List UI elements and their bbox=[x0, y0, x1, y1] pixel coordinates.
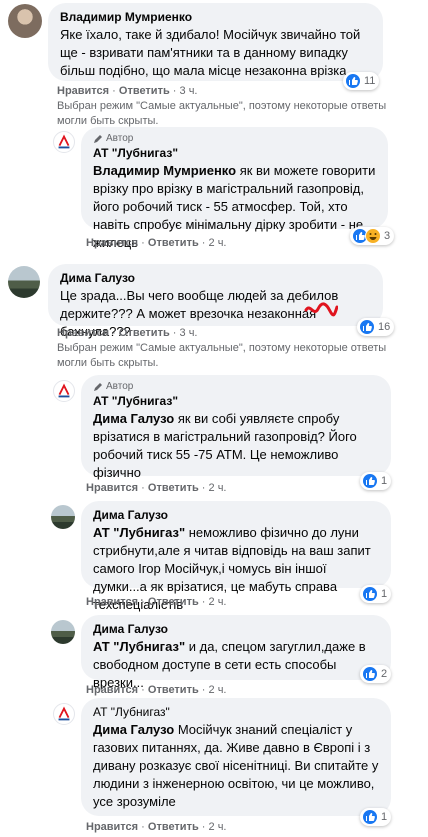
reply-button[interactable]: Ответить bbox=[148, 596, 199, 608]
pencil-icon bbox=[94, 134, 102, 143]
reply-button[interactable]: Ответить bbox=[148, 821, 199, 833]
avatar[interactable] bbox=[53, 380, 75, 402]
avatar[interactable] bbox=[8, 266, 40, 298]
avatar[interactable] bbox=[53, 703, 75, 725]
mention-link[interactable]: Дима Галузо bbox=[93, 411, 174, 426]
like-icon bbox=[359, 319, 375, 335]
mention-link[interactable]: АТ "Лубнигаз" bbox=[93, 639, 185, 654]
reaction-count: 1 bbox=[381, 475, 388, 487]
comment-text: Дима Галузо Мосійчук знаний спеціаліст у… bbox=[93, 722, 379, 809]
comment-actions: Нравится · Ответить · 3 ч. bbox=[57, 85, 198, 97]
haha-icon bbox=[365, 228, 381, 244]
reply-button[interactable]: Ответить bbox=[119, 85, 170, 97]
author-badge: Автор bbox=[93, 381, 379, 392]
comment-time[interactable]: 2 ч. bbox=[209, 596, 227, 608]
mention-link[interactable]: Владимир Мумриенко bbox=[93, 163, 236, 178]
like-button[interactable]: Нравится bbox=[57, 327, 109, 339]
comment-author[interactable]: АТ "Лубнигаз" bbox=[93, 704, 379, 721]
comment-time[interactable]: 2 ч. bbox=[209, 821, 227, 833]
like-button[interactable]: Нравится bbox=[86, 482, 138, 494]
mention-link[interactable]: АТ "Лубнигаз" bbox=[93, 525, 185, 540]
reaction-count: 16 bbox=[378, 321, 391, 333]
reply-button[interactable]: Ответить bbox=[148, 237, 199, 249]
reply-button[interactable]: Ответить bbox=[119, 327, 170, 339]
like-icon bbox=[362, 586, 378, 602]
reaction-count: 3 bbox=[384, 230, 391, 242]
comment-actions: Нравится · Ответить · 3 ч. bbox=[57, 327, 198, 339]
pencil-icon bbox=[94, 382, 102, 391]
comment-bubble: Автор АТ "Лубнигаз" Дима Галузо як ви со… bbox=[81, 375, 391, 480]
scribble-mark bbox=[304, 302, 338, 317]
comment-time[interactable]: 2 ч. bbox=[209, 237, 227, 249]
comment-author[interactable]: АТ "Лубнигаз" bbox=[93, 145, 376, 162]
like-button[interactable]: Нравится bbox=[57, 85, 109, 97]
reaction-count: 1 bbox=[381, 811, 388, 823]
like-icon bbox=[345, 73, 361, 89]
reaction-count: 2 bbox=[381, 668, 388, 680]
comment-bubble: Дима Галузо АТ "Лубнигаз" неможливо фізи… bbox=[81, 501, 391, 612]
avatar[interactable] bbox=[51, 620, 75, 644]
reaction-summary[interactable]: 1 bbox=[360, 808, 392, 826]
author-badge: Автор bbox=[93, 133, 376, 144]
comment-author[interactable]: Дима Галузо bbox=[60, 270, 371, 287]
comment-actions: Нравится · Ответить · 2 ч. bbox=[86, 821, 227, 833]
like-icon bbox=[362, 809, 378, 825]
comment-author[interactable]: Дима Галузо bbox=[93, 621, 379, 638]
comment-author[interactable]: Владимир Мумриенко bbox=[60, 9, 371, 26]
reaction-summary[interactable]: 1 bbox=[360, 472, 392, 490]
comment-time[interactable]: 3 ч. bbox=[180, 327, 198, 339]
like-icon bbox=[362, 666, 378, 682]
comment-time[interactable]: 2 ч. bbox=[209, 684, 227, 696]
comment-actions: Нравится · Ответить · 2 ч. bbox=[86, 482, 227, 494]
comment-text: Дима Галузо як ви собі уявляєте спробу в… bbox=[93, 411, 357, 480]
comment-bubble: Владимир Мумриенко Яке їхало, таке й зди… bbox=[48, 3, 383, 81]
reply-button[interactable]: Ответить bbox=[148, 684, 199, 696]
reaction-count: 1 bbox=[381, 588, 388, 600]
avatar[interactable] bbox=[53, 131, 75, 153]
reaction-summary[interactable]: 16 bbox=[357, 318, 395, 336]
like-button[interactable]: Нравится bbox=[86, 237, 138, 249]
reaction-summary[interactable]: 2 bbox=[360, 665, 392, 683]
comment-time[interactable]: 3 ч. bbox=[180, 85, 198, 97]
comment-bubble: АТ "Лубнигаз" Дима Галузо Мосійчук знани… bbox=[81, 698, 391, 816]
reaction-count: 11 bbox=[364, 75, 376, 87]
hidden-replies-notice: Выбран режим "Самые актуальные", поэтому… bbox=[57, 342, 387, 369]
reaction-summary[interactable]: 1 bbox=[360, 585, 392, 603]
like-icon bbox=[362, 473, 378, 489]
comment-actions: Нравится · Ответить · 2 ч. bbox=[86, 237, 227, 249]
avatar[interactable] bbox=[8, 4, 42, 38]
comment-author[interactable]: Дима Галузо bbox=[93, 507, 379, 524]
comment-time[interactable]: 2 ч. bbox=[209, 482, 227, 494]
comment-actions: Нравится · Ответить · 2 ч. bbox=[86, 684, 227, 696]
reply-button[interactable]: Ответить bbox=[148, 482, 199, 494]
like-button[interactable]: Нравится bbox=[86, 684, 138, 696]
mention-link[interactable]: Дима Галузо bbox=[93, 722, 174, 737]
comment-author[interactable]: АТ "Лубнигаз" bbox=[93, 393, 379, 410]
comment-bubble: Дима Галузо АТ "Лубнигаз" и да, спецом з… bbox=[81, 615, 391, 690]
like-button[interactable]: Нравится bbox=[86, 821, 138, 833]
like-button[interactable]: Нравится bbox=[86, 596, 138, 608]
hidden-replies-notice: Выбран режим "Самые актуальные", поэтому… bbox=[57, 100, 387, 127]
reaction-summary[interactable]: 3 bbox=[350, 227, 395, 245]
avatar[interactable] bbox=[51, 505, 75, 529]
comment-bubble: Автор АТ "Лубнигаз" Владимир Мумриенко я… bbox=[81, 127, 388, 250]
comment-text: Яке їхало, таке й здибало! Мосійчук звич… bbox=[60, 27, 361, 78]
comment-actions: Нравится · Ответить · 2 ч. bbox=[86, 596, 227, 608]
reaction-summary[interactable]: 11 bbox=[343, 72, 380, 90]
